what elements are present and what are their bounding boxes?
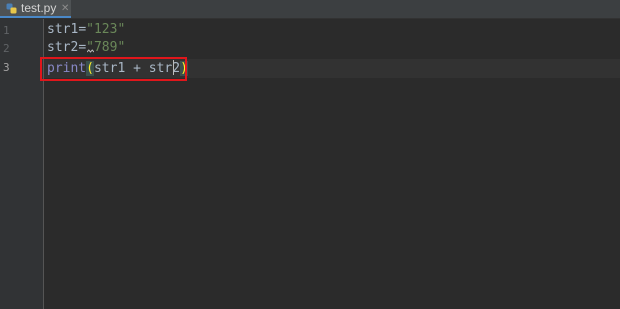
tab-test-py[interactable]: test.py ✕ [0, 0, 71, 18]
variable-str1: str1 [47, 22, 79, 37]
editor-tab-bar: test.py ✕ [0, 0, 620, 19]
line-number-1: 1 [3, 24, 10, 37]
string-literal-123: "123" [86, 22, 126, 37]
warning-squiggle-icon [87, 49, 94, 53]
close-icon[interactable]: ✕ [61, 2, 69, 15]
code-line-1[interactable]: str1="123" [47, 22, 125, 38]
tab-label: test.py [21, 1, 57, 15]
python-file-icon [6, 3, 17, 14]
annotation-highlight-box [40, 57, 187, 81]
assign-operator: = [78, 40, 87, 55]
variable-str2: str2 [47, 40, 79, 55]
line-number-3: 3 [3, 61, 10, 74]
assign-operator: = [78, 22, 87, 37]
code-line-2[interactable]: str2="789" [47, 40, 125, 56]
line-number-gutter: 1 2 3 [0, 19, 44, 309]
line-number-2: 2 [3, 42, 10, 55]
